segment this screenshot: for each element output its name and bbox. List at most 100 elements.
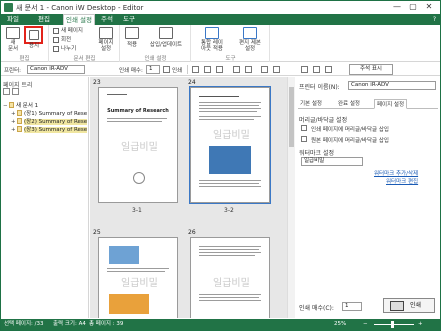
checkbox-original-page-header[interactable]: [301, 136, 307, 142]
close-button[interactable]: ✕: [421, 1, 437, 13]
ribbon-tab-bar: 파일 편집 인쇄 설정 주석 도구 ?: [1, 14, 440, 25]
copies-input[interactable]: 1: [146, 65, 160, 74]
tree-item-label: (장1) Summary of Rese: [24, 111, 88, 117]
collapse-icon[interactable]: [12, 88, 19, 95]
tab-tools[interactable]: 도구: [119, 14, 139, 25]
edit-binding-button[interactable]: 편지 제본 설정: [232, 27, 268, 52]
print-button-label: 인쇄: [410, 302, 422, 309]
page-number: 23: [93, 79, 101, 86]
page-line: [107, 94, 127, 95]
zoom-slider-track[interactable]: [374, 324, 414, 325]
view-icon[interactable]: [301, 66, 308, 73]
watermark-text: 일급비밀: [213, 278, 250, 289]
page-line: [107, 121, 162, 122]
page-line: [107, 118, 167, 119]
page-thumbnail-3-2[interactable]: 일급비밀: [189, 86, 271, 204]
print-icon[interactable]: [163, 66, 170, 73]
tree-item-chapter2[interactable]: + (장2) Summary of Rese: [3, 118, 89, 126]
checkbox-label: 원본 페이지에 머리글/바닥글 삽입: [311, 138, 389, 144]
zoom-slider-knob[interactable]: [391, 321, 394, 328]
move-down-icon[interactable]: [273, 66, 280, 73]
page-line: [107, 271, 165, 272]
apply-button[interactable]: 적용: [123, 27, 141, 48]
tab-file[interactable]: 파일: [3, 14, 23, 25]
tree-item-label: (장3) Summary of Rese: [24, 127, 88, 133]
maximize-button[interactable]: ▢: [405, 1, 421, 13]
split-icon: [53, 45, 59, 52]
zoom-icon[interactable]: [313, 66, 320, 73]
page-number: 26: [188, 229, 196, 236]
binding-layout-button[interactable]: 통합 레이 아웃 적용: [194, 27, 230, 52]
move-up-icon[interactable]: [261, 66, 268, 73]
printer-select[interactable]: Canon iR-ADV: [27, 65, 85, 74]
page-view[interactable]: 23 Summary of Research 일급비밀 3-1 24 일급비밀 …: [90, 77, 295, 318]
printer-name-label: 프린터 이름(N):: [299, 84, 340, 91]
page-icon[interactable]: [325, 66, 332, 73]
watermark-edit-link[interactable]: 워터마크 편집: [386, 177, 418, 185]
print-button[interactable]: 인쇄: [383, 298, 435, 313]
app-window: 새 문서 1 - Canon iW Desktop - Editor — ▢ ✕…: [0, 0, 441, 331]
expand-icon[interactable]: [3, 88, 10, 95]
rotate-button[interactable]: 회전: [53, 36, 71, 44]
insert-update-label: 삽입/업데이트: [149, 42, 183, 48]
page-settings-icon: [99, 27, 113, 39]
minimize-button[interactable]: —: [389, 1, 405, 13]
tab-print-settings[interactable]: 인쇄 설정: [63, 14, 95, 25]
tree-item-root[interactable]: − 새 문서 1: [3, 102, 89, 110]
tab-annotation[interactable]: 주석: [97, 14, 117, 25]
group-label-edit: 편집: [19, 56, 30, 62]
watermark-add-link[interactable]: 워터마크 추가/삭제: [374, 169, 418, 177]
copies-label: 인쇄 매수:: [119, 68, 143, 74]
page-view-scrollbar[interactable]: [287, 77, 295, 318]
tab-finishing-settings[interactable]: 완료 설정: [336, 99, 362, 109]
status-selected-page: 선택 페이지: /33: [4, 321, 44, 327]
print-mode-label[interactable]: 인쇄: [172, 66, 182, 74]
page-line: [199, 186, 261, 187]
tab-basic-settings[interactable]: 기본 설정: [298, 99, 324, 109]
watermark-heading: 워터마크 설정: [299, 150, 335, 157]
redo-icon[interactable]: [204, 66, 211, 73]
zoom-in-icon[interactable]: +: [418, 319, 423, 330]
tab-edit[interactable]: 편집: [27, 14, 61, 25]
page-thumbnail-3-1[interactable]: Summary of Research 일급비밀: [98, 87, 178, 203]
paper-button[interactable]: 용지: [25, 27, 43, 49]
new-page-button[interactable]: 새 페이지: [53, 27, 83, 35]
page-thumbnail-26[interactable]: 일급비밀: [190, 237, 270, 318]
ribbon-group-edit: 새 문서 용지 편집: [1, 25, 49, 62]
show-annotations-toggle[interactable]: 주석 표시: [349, 64, 393, 75]
page-line: [199, 255, 255, 256]
page-photo: [209, 146, 251, 174]
copies-input[interactable]: 1: [342, 302, 362, 311]
tree-item-label: 새 문서 1: [16, 103, 39, 109]
edit-binding-icon: [243, 27, 257, 39]
page-line: [199, 180, 261, 181]
status-output-size: 출력 크기: A4: [53, 321, 86, 327]
page-thumbnail-25[interactable]: 일급비밀: [98, 237, 178, 318]
status-bar: 선택 페이지: /33 출력 크기: A4 총 페이지 : 39 25% − +: [1, 319, 440, 330]
page-settings-button[interactable]: 페이지 설정: [94, 27, 118, 52]
page-tree-pane: 페이지 트리 − 새 문서 1 + (장1) Summary of Rese + (장…: [1, 77, 89, 318]
tab-page-settings[interactable]: 페이지 설정: [374, 99, 408, 109]
zoom-out-icon[interactable]: −: [363, 319, 368, 330]
separator: [187, 65, 188, 74]
split-button[interactable]: 나누기: [53, 45, 76, 53]
tree-item-chapter1[interactable]: + (장1) Summary of Rese: [3, 110, 89, 118]
help-icon[interactable]: ?: [433, 16, 436, 23]
checkbox-print-page-header[interactable]: [301, 125, 307, 131]
watermark-select[interactable]: 일급비밀: [301, 157, 363, 166]
printer-name-select[interactable]: Canon iR-ADV: [348, 81, 436, 90]
rotate-right-icon[interactable]: [245, 66, 252, 73]
new-page-label: 새 페이지: [61, 28, 83, 34]
undo-icon[interactable]: [192, 66, 199, 73]
new-document-button[interactable]: 새 문서: [3, 27, 23, 52]
new-document-icon: [6, 27, 20, 39]
scrollbar-thumb[interactable]: [289, 87, 294, 147]
insert-update-button[interactable]: 삽입/업데이트: [143, 27, 189, 48]
tree-item-chapter3[interactable]: + (장3) Summary of Rese: [3, 126, 89, 134]
apply-icon: [125, 27, 139, 39]
page-icon: [53, 27, 59, 34]
delete-icon[interactable]: [216, 66, 223, 73]
rotate-left-icon[interactable]: [233, 66, 240, 73]
zoom-level: 25%: [334, 321, 347, 327]
printer-icon: [390, 301, 404, 311]
